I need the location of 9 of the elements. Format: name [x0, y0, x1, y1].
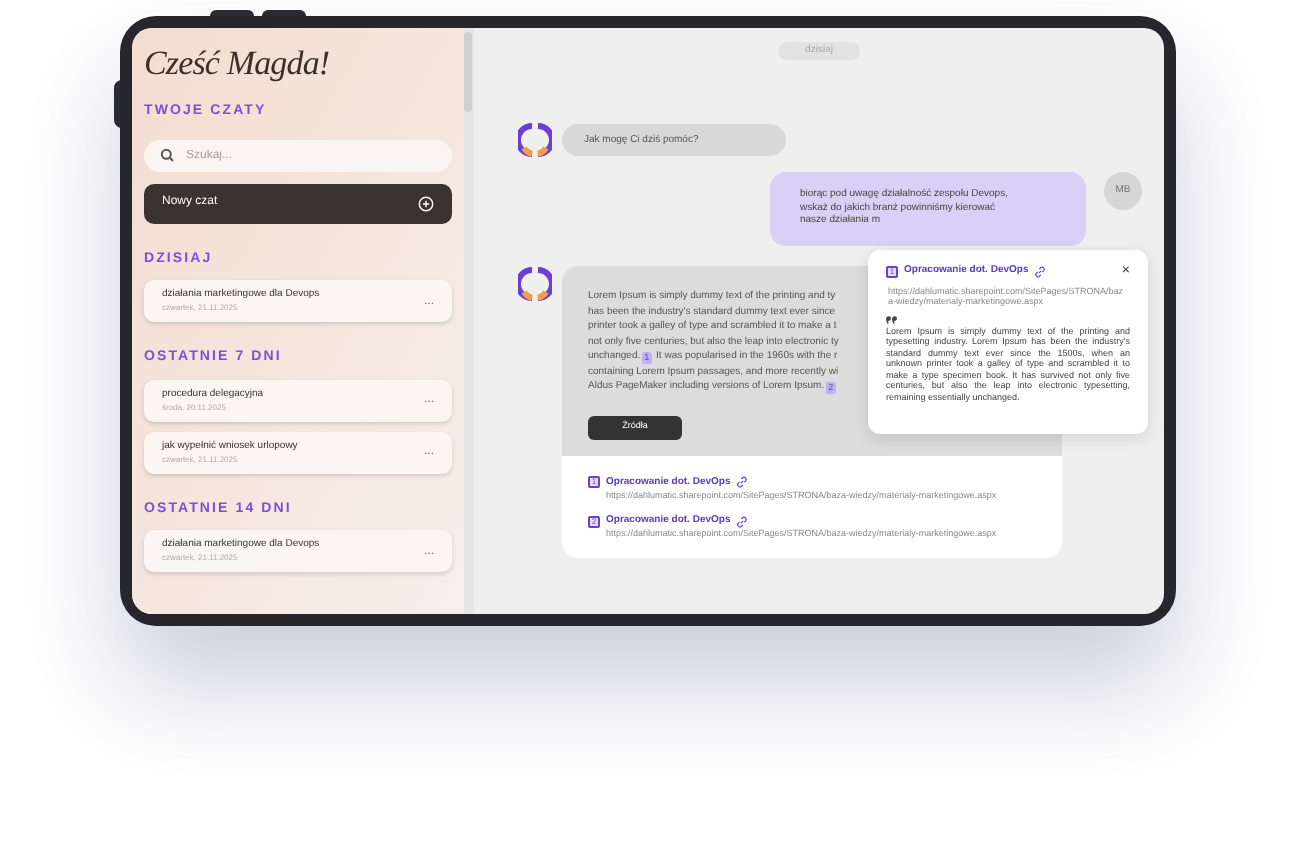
link-icon	[736, 476, 749, 489]
greeting: Cześć Magda!	[144, 44, 332, 84]
link-icon	[1034, 265, 1047, 278]
scrollbar-thumb[interactable]	[464, 32, 472, 112]
link-icon	[736, 515, 749, 527]
plus-circle-icon	[418, 195, 434, 211]
logo-ring-icon	[518, 266, 552, 302]
logo-ring-icon	[518, 122, 552, 158]
quote-icon	[886, 315, 898, 323]
